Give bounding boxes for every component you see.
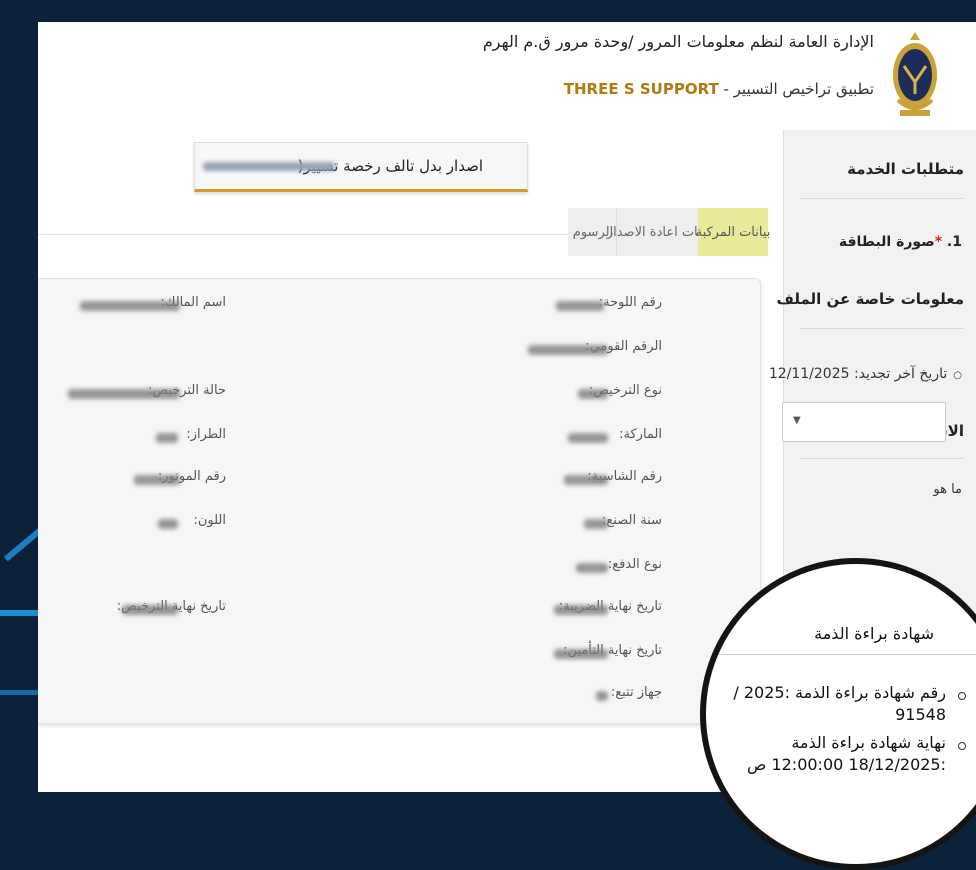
- certificate-number-label: رقم شهادة براءة الذمة :2025 /: [733, 683, 946, 702]
- main-content: اصدار بدل تالف رخصة تسيير( الرسوم بيانات…: [38, 130, 783, 792]
- divider: [800, 198, 964, 199]
- police-emblem-icon: [893, 32, 937, 116]
- blurred-value: [156, 433, 178, 443]
- blurred-value: [80, 301, 180, 311]
- certificate-end: نهاية شهادة براءة الذمة :18/12/2025 12:0…: [747, 732, 946, 776]
- certificate-end-label: نهاية شهادة براءة الذمة: [791, 733, 946, 752]
- blurred-value: [568, 433, 608, 443]
- background-stripe: [0, 690, 40, 695]
- plate-number-label: رقم اللوحة:: [598, 295, 662, 310]
- header: الإدارة العامة لنظم معلومات المرور /وحدة…: [38, 22, 976, 131]
- blurred-value: [68, 389, 180, 399]
- blurred-value: [584, 519, 608, 529]
- color-label: اللون:: [193, 513, 226, 528]
- tab-vehicle-data[interactable]: بيانات المركبة: [696, 208, 770, 256]
- bullet: ○: [953, 370, 962, 381]
- brand-label: الماركة:: [619, 427, 662, 442]
- tab-reissue-data[interactable]: بيانات اعادة الاصدار: [607, 208, 713, 256]
- divider: [800, 458, 964, 459]
- tab-bar: الرسوم بيانات اعادة الاصدار بيانات المرك…: [568, 208, 770, 256]
- chevron-down-icon: ▼: [793, 415, 801, 426]
- file-info-title: معلومات خاصة عن الملف: [776, 290, 964, 308]
- certificate-number-value: 91548: [895, 705, 946, 724]
- blurred-value: [122, 605, 178, 615]
- requirement-label: صورة البطاقة: [838, 234, 935, 250]
- divider: [800, 328, 964, 329]
- vehicle-data-card: رقم اللوحة: الرقم القومي: نوع الترخيص: ا…: [38, 278, 761, 724]
- blurred-value: [556, 301, 604, 311]
- blurred-value: [134, 475, 180, 485]
- tracking-device-label: جهاز تتبع:: [610, 685, 662, 700]
- header-title: الإدارة العامة لنظم معلومات المرور /وحدة…: [482, 32, 874, 51]
- last-renewal-date: ○ تاريخ آخر تجديد: 12/11/2025: [769, 366, 962, 382]
- faq-select[interactable]: ▼: [782, 402, 946, 442]
- fuel-type-label: نوع الدفع:: [607, 557, 662, 572]
- faq-question-label: ما هو: [933, 482, 962, 497]
- bullet: [958, 692, 966, 700]
- service-title-box: اصدار بدل تالف رخصة تسيير(: [194, 142, 528, 192]
- divider: [38, 234, 578, 235]
- blurred-value: [596, 691, 608, 701]
- manufacture-year-label: سنة الصنع:: [602, 513, 662, 528]
- certificate-number: رقم شهادة براءة الذمة :2025 / 91548: [733, 682, 946, 726]
- blurred-value: [578, 389, 608, 399]
- brand-label: THREE S SUPPORT: [563, 80, 719, 98]
- last-renewal-text: تاريخ آخر تجديد: 12/11/2025: [768, 366, 948, 382]
- blurred-value: [564, 475, 608, 485]
- requirement-item-id-card[interactable]: 1. *صورة البطاقة: [839, 234, 962, 250]
- model-label: الطراز:: [186, 427, 226, 442]
- header-subtitle: تطبيق تراخيص التسيير - THREE S SUPPORT: [564, 80, 874, 98]
- app-name: تطبيق تراخيص التسيير -: [723, 80, 874, 98]
- bullet: [958, 742, 966, 750]
- blurred-value: [576, 563, 608, 573]
- requirements-title: متطلبات الخدمة: [847, 160, 964, 178]
- divider: [706, 654, 976, 655]
- requirement-number: 1.: [946, 234, 962, 250]
- certificate-end-value: :18/12/2025 12:00:00 ص: [747, 755, 946, 774]
- blurred-service-detail: [203, 162, 335, 171]
- blurred-value: [554, 649, 608, 659]
- blurred-value: [158, 519, 178, 529]
- required-marker: *: [934, 234, 943, 250]
- blurred-value: [528, 345, 608, 355]
- blurred-value: [554, 605, 608, 615]
- certificate-title: شهادة براءة الذمة: [814, 624, 934, 643]
